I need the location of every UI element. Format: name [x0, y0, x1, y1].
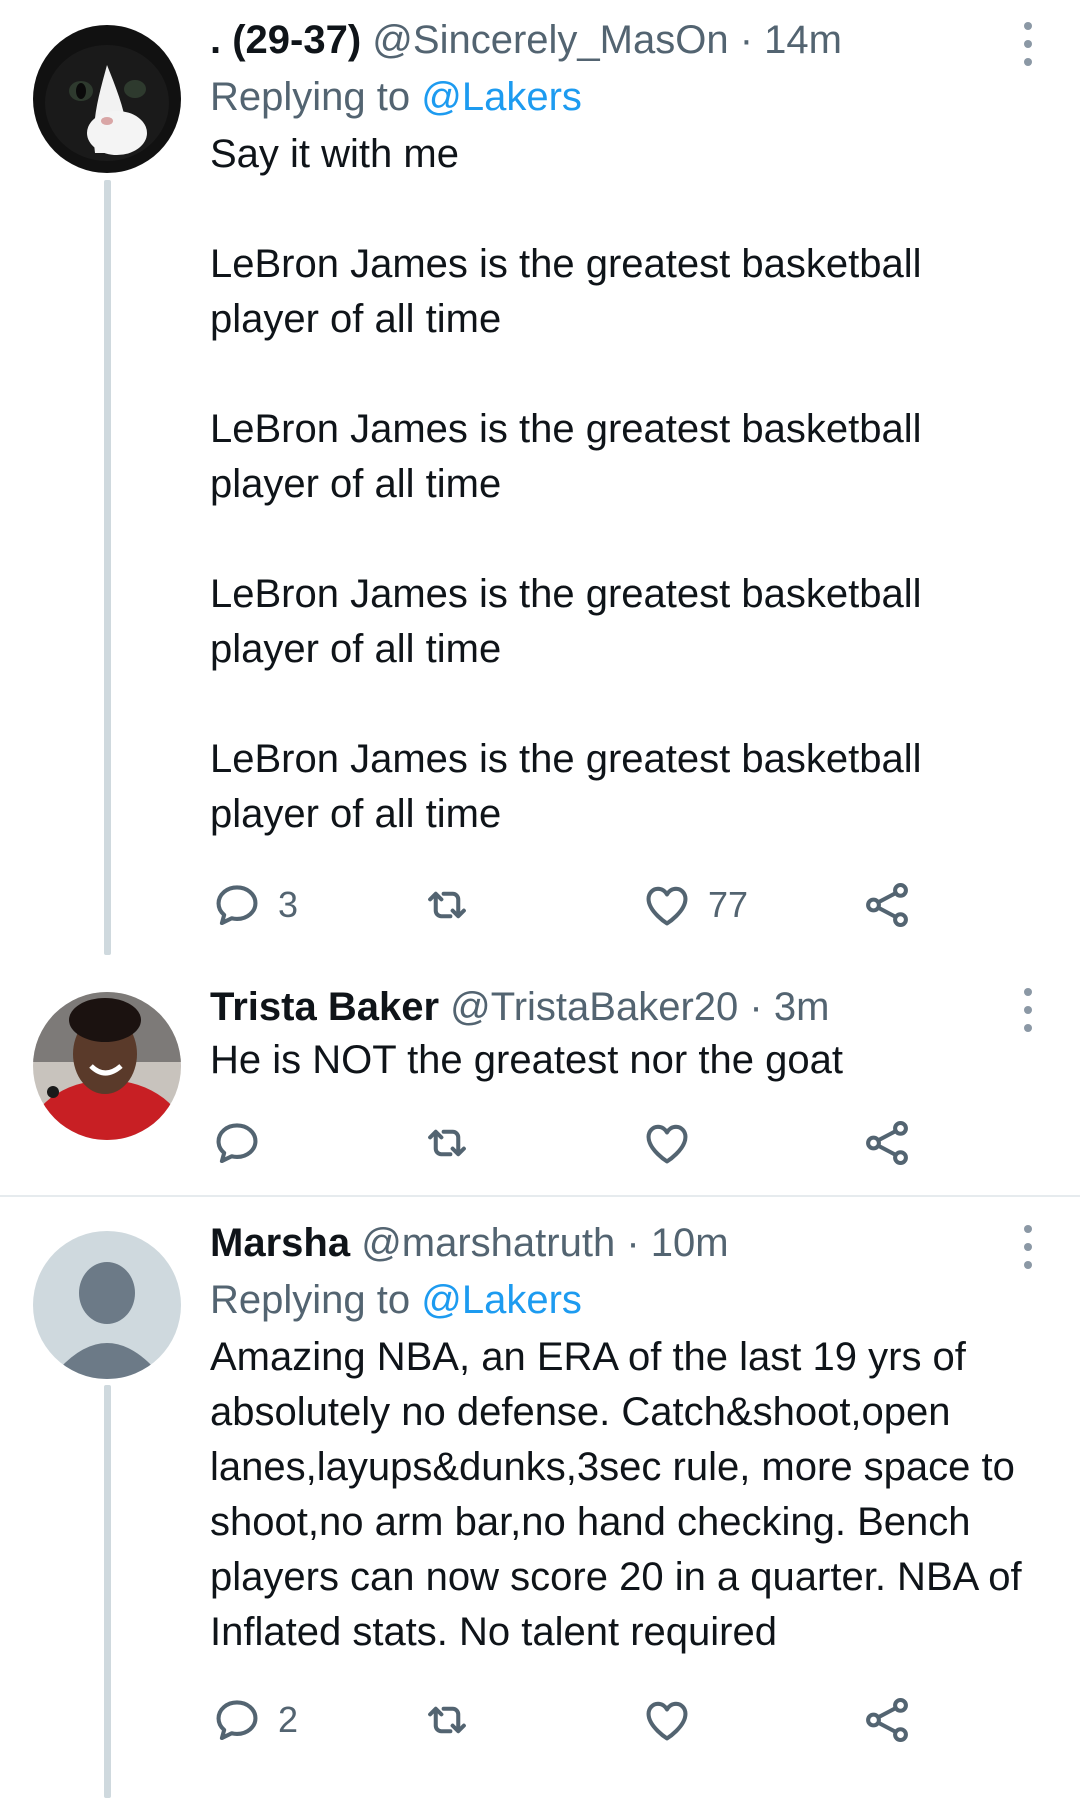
replying-label: Replying to: [210, 75, 422, 119]
share-icon: [860, 1116, 914, 1170]
tweet-1[interactable]: . (29-37) @Sincerely_MasOn · 14m Replyin…: [0, 0, 1080, 955]
handle[interactable]: @TristaBaker20: [450, 985, 738, 1029]
like-button[interactable]: [640, 1113, 708, 1173]
tweet-header: Trista Baker @TristaBaker20 · 3m: [210, 983, 1040, 1031]
tweet-actions: [210, 1113, 910, 1173]
timestamp[interactable]: · 10m: [626, 1221, 728, 1265]
handle[interactable]: @marshatruth: [361, 1221, 615, 1265]
thread-line: [104, 1385, 111, 1798]
share-icon: [860, 878, 914, 932]
retweet-icon: [420, 1693, 474, 1747]
tweet-3[interactable]: Marsha @marshatruth · 10m Replying to @L…: [0, 1197, 1080, 1798]
retweet-icon: [420, 878, 474, 932]
reply-icon: [210, 1693, 264, 1747]
tweet-actions: 3 77: [210, 875, 910, 935]
woman-avatar-image: [33, 992, 181, 1140]
share-icon: [860, 1693, 914, 1747]
replying-label: Replying to: [210, 1278, 422, 1322]
tweet-header: . (29-37) @Sincerely_MasOn · 14m: [210, 16, 1040, 64]
reply-thread: . (29-37) @Sincerely_MasOn · 14m Replyin…: [0, 0, 1080, 1798]
replying-to-mention[interactable]: @Lakers: [421, 1278, 582, 1322]
tweet-header: Marsha @marshatruth · 10m: [210, 1219, 1040, 1267]
replying-to-mention[interactable]: @Lakers: [421, 75, 582, 119]
reply-button[interactable]: 3: [210, 875, 298, 935]
replying-to: Replying to @Lakers: [210, 1276, 1040, 1324]
display-name[interactable]: Marsha: [210, 1221, 350, 1265]
retweet-icon: [420, 1116, 474, 1170]
reply-icon: [210, 878, 264, 932]
like-icon: [640, 1693, 694, 1747]
tweet-text: Say it with me LeBron James is the great…: [210, 132, 922, 836]
display-name[interactable]: . (29-37): [210, 18, 361, 62]
share-button[interactable]: [860, 1690, 914, 1750]
like-icon: [640, 1116, 694, 1170]
thread-line: [104, 180, 111, 955]
retweet-button[interactable]: [420, 1113, 488, 1173]
reply-icon: [210, 1116, 264, 1170]
tweet-2[interactable]: Trista Baker @TristaBaker20 · 3m He is N…: [0, 955, 1080, 1195]
retweet-button[interactable]: [420, 875, 488, 935]
tweet-text: He is NOT the greatest nor the goat: [210, 1038, 843, 1082]
replying-to: Replying to @Lakers: [210, 73, 1040, 121]
avatar[interactable]: [33, 1231, 181, 1379]
reply-count: 2: [278, 1699, 299, 1740]
like-count: 77: [708, 884, 749, 925]
share-button[interactable]: [860, 1113, 914, 1173]
tweet-actions: 2: [210, 1690, 910, 1750]
display-name[interactable]: Trista Baker: [210, 985, 439, 1029]
avatar[interactable]: [33, 25, 181, 173]
reply-button[interactable]: 2: [210, 1690, 298, 1750]
handle[interactable]: @Sincerely_MasOn: [372, 18, 728, 62]
cat-avatar-image: [33, 25, 181, 173]
tweet-text: Amazing NBA, an ERA of the last 19 yrs o…: [210, 1335, 1022, 1654]
retweet-button[interactable]: [420, 1690, 488, 1750]
like-icon: [640, 878, 694, 932]
share-button[interactable]: [860, 875, 914, 935]
like-button[interactable]: 77: [640, 875, 748, 935]
avatar[interactable]: [33, 992, 181, 1140]
reply-button[interactable]: [210, 1113, 278, 1173]
reply-count: 3: [278, 884, 299, 925]
default-avatar-image: [33, 1231, 181, 1379]
timestamp[interactable]: · 3m: [749, 985, 829, 1029]
timestamp[interactable]: · 14m: [740, 18, 842, 62]
like-button[interactable]: [640, 1690, 708, 1750]
